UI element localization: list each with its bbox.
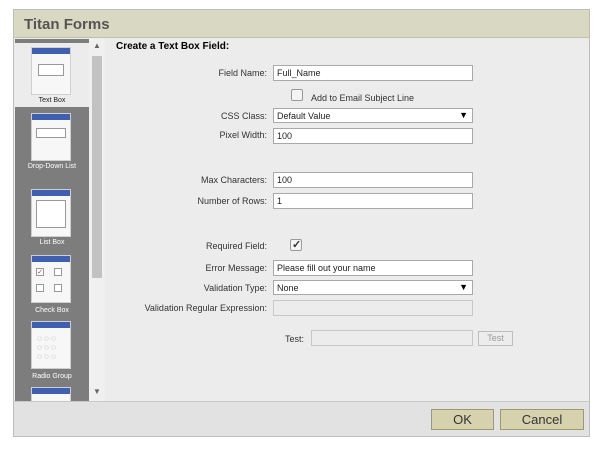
text-area-thumbnail-icon	[31, 387, 71, 401]
number-of-rows-label: Number of Rows:	[197, 196, 267, 206]
title-bar: Titan Forms	[14, 10, 589, 38]
sidebar-item-radio-group[interactable]: ◌ ◌ ◌ ◌ ◌ ◌ ◌ ◌ ◌ Radio Group	[15, 319, 89, 383]
sidebar-item-check-box[interactable]: ✓ Check Box	[15, 253, 89, 317]
test-button[interactable]: Test	[478, 331, 513, 346]
sidebar-scrollbar[interactable]: ▲ ▼	[89, 39, 105, 401]
validation-type-value: None	[277, 283, 299, 293]
test-label: Test:	[285, 334, 305, 344]
sidebar-item-label: Drop-Down List	[27, 163, 77, 170]
dropdown-arrow-icon: ▼	[459, 282, 468, 292]
validation-type-label: Validation Type:	[203, 283, 267, 293]
required-field-label: Required Field:	[205, 241, 267, 251]
email-subject-label: Add to Email Subject Line	[311, 93, 415, 103]
dialog-footer: OK Cancel	[14, 401, 589, 436]
number-of-rows-input[interactable]: 1	[273, 193, 473, 209]
test-input[interactable]	[311, 330, 473, 346]
ok-button[interactable]: OK	[431, 409, 494, 430]
field-name-input[interactable]: Full_Name	[273, 65, 473, 81]
form-heading: Create a Text Box Field:	[116, 41, 230, 52]
dropdown-arrow-icon: ▼	[459, 110, 468, 120]
max-characters-input[interactable]: 100	[273, 172, 473, 188]
list-box-thumbnail-icon	[31, 189, 71, 237]
cancel-button[interactable]: Cancel	[500, 409, 584, 430]
validation-type-select[interactable]: None ▼	[273, 280, 473, 295]
sidebar-item-list-box[interactable]: List Box	[15, 187, 89, 251]
sidebar-item-drop-down-list[interactable]: Drop-Down List	[15, 111, 89, 181]
sidebar-item-label: Text Box	[38, 97, 66, 104]
css-class-value: Default Value	[277, 111, 331, 121]
email-subject-checkbox[interactable]	[291, 89, 303, 101]
window-title: Titan Forms	[24, 16, 110, 33]
field-type-sidebar: Text Box Drop-Down List List Box ✓ Check…	[15, 39, 89, 401]
required-field-checkbox[interactable]: ✓	[290, 239, 302, 251]
radio-group-thumbnail-icon: ◌ ◌ ◌ ◌ ◌ ◌ ◌ ◌ ◌	[31, 321, 71, 369]
checkmark-icon: ✓	[292, 239, 302, 251]
text-box-thumbnail-icon	[31, 47, 71, 95]
check-box-thumbnail-icon: ✓	[31, 255, 71, 303]
sidebar-item-more[interactable]	[15, 385, 89, 401]
field-name-label: Field Name:	[218, 68, 267, 78]
pixel-width-label: Pixel Width:	[219, 130, 267, 140]
sidebar-item-label: List Box	[39, 239, 65, 246]
pixel-width-input[interactable]: 100	[273, 128, 473, 144]
drop-down-thumbnail-icon	[31, 113, 71, 161]
validation-regex-label: Validation Regular Expression:	[144, 303, 267, 313]
scroll-up-icon[interactable]: ▲	[89, 41, 105, 50]
sidebar-item-text-box[interactable]: Text Box	[15, 43, 89, 107]
titan-forms-dialog: Titan Forms Text Box Drop-Down List List…	[13, 9, 590, 437]
error-message-label: Error Message:	[205, 263, 267, 273]
css-class-label: CSS Class:	[220, 111, 267, 121]
form-panel: Create a Text Box Field: Field Name: Ful…	[105, 39, 589, 401]
sidebar-item-label: Check Box	[35, 307, 69, 314]
validation-regex-input[interactable]	[273, 300, 473, 316]
scrollbar-thumb[interactable]	[92, 56, 102, 278]
scroll-down-icon[interactable]: ▼	[89, 387, 105, 396]
sidebar-item-label: Radio Group	[32, 373, 72, 380]
max-characters-label: Max Characters:	[200, 175, 267, 185]
css-class-select[interactable]: Default Value ▼	[273, 108, 473, 123]
error-message-input[interactable]: Please fill out your name	[273, 260, 473, 276]
